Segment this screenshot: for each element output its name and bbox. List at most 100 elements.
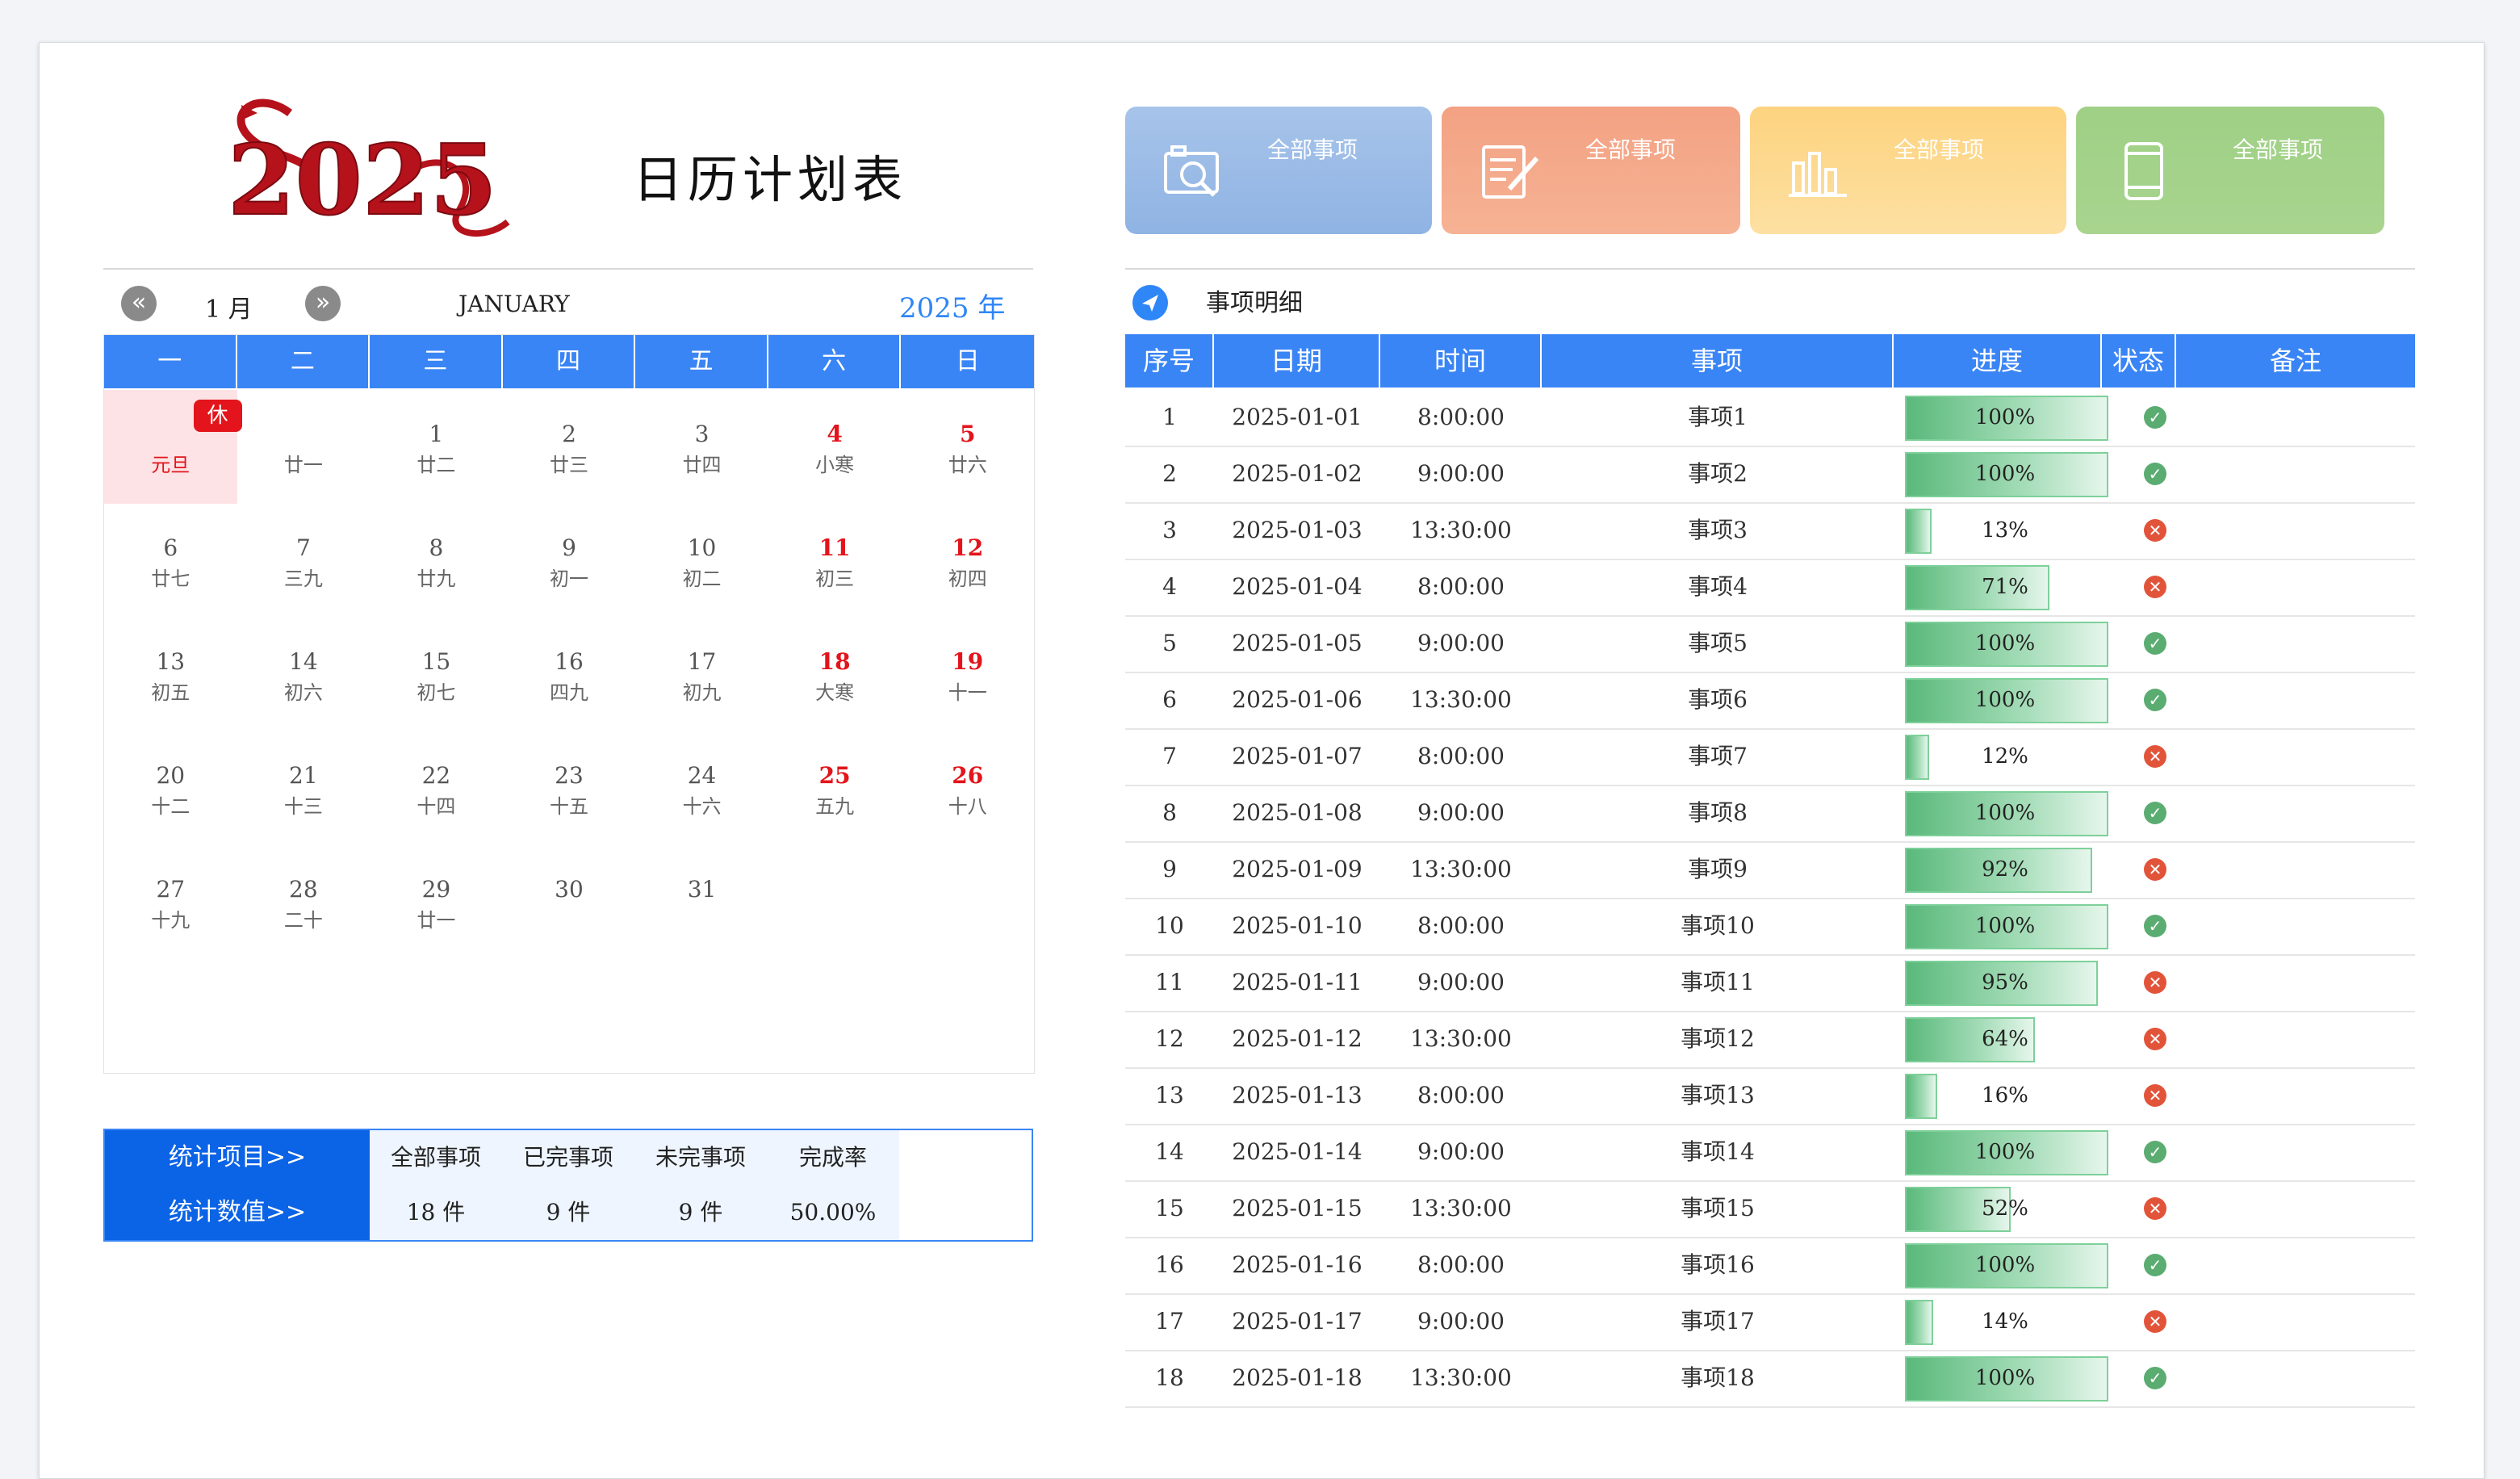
calendar-day-cell[interactable]: 27 十九 bbox=[104, 845, 237, 959]
calendar-day-cell[interactable] bbox=[768, 845, 902, 959]
row-time: 13:30:00 bbox=[1410, 856, 1512, 882]
calendar-day-cell[interactable]: 8 廿九 bbox=[370, 504, 503, 618]
row-time: 13:30:00 bbox=[1410, 1195, 1512, 1221]
table-row[interactable]: 4 2025-01-04 8:00:00 事项4 71% ✕ bbox=[1125, 559, 2415, 617]
row-note[interactable] bbox=[2176, 559, 2415, 615]
next-month-icon[interactable]: » bbox=[305, 286, 341, 321]
table-row[interactable]: 7 2025-01-07 8:00:00 事项7 12% ✕ bbox=[1125, 728, 2415, 786]
calendar-day-cell[interactable]: 11 初三 bbox=[768, 504, 902, 618]
table-row[interactable]: 12 2025-01-12 13:30:00 事项12 64% ✕ bbox=[1125, 1011, 2415, 1069]
status-done-icon: ✓ bbox=[2144, 915, 2166, 937]
calendar-day-cell[interactable]: 3 廿四 bbox=[635, 390, 768, 504]
table-row[interactable]: 8 2025-01-08 9:00:00 事项8 100% ✓ bbox=[1125, 785, 2415, 843]
table-row[interactable]: 9 2025-01-09 13:30:00 事项9 92% ✕ bbox=[1125, 841, 2415, 899]
summary-card-chart[interactable]: 全部事项 bbox=[1750, 107, 2066, 234]
calendar-day-cell[interactable]: 23 十五 bbox=[503, 731, 636, 845]
row-note[interactable] bbox=[2176, 1237, 2415, 1293]
calendar-day-cell[interactable]: 6 廿七 bbox=[104, 504, 237, 618]
row-note[interactable] bbox=[2176, 502, 2415, 559]
table-row[interactable]: 15 2025-01-15 13:30:00 事项15 52% ✕ bbox=[1125, 1180, 2415, 1238]
calendar-day-cell[interactable]: 24 十六 bbox=[635, 731, 768, 845]
calendar-day-cell[interactable]: 14 初六 bbox=[237, 618, 370, 731]
summary-card-edit[interactable]: 全部事项 bbox=[1442, 107, 1740, 234]
calendar-day-cell[interactable]: 21 十三 bbox=[237, 731, 370, 845]
card-label: 全部事项 bbox=[1585, 136, 1677, 163]
calendar-day-cell[interactable]: 20 十二 bbox=[104, 731, 237, 845]
table-row[interactable]: 5 2025-01-05 9:00:00 事项5 100% ✓ bbox=[1125, 615, 2415, 673]
row-number: 14 bbox=[1155, 1138, 1184, 1165]
row-note[interactable] bbox=[2176, 389, 2415, 446]
calendar-day-cell[interactable] bbox=[901, 845, 1034, 959]
table-row[interactable]: 17 2025-01-17 9:00:00 事项17 14% ✕ bbox=[1125, 1293, 2415, 1351]
row-date: 2025-01-07 bbox=[1232, 743, 1363, 769]
summary-card-tablet[interactable]: 全部事项 bbox=[2076, 107, 2384, 234]
calendar-day-cell[interactable]: 廿一 bbox=[237, 390, 370, 504]
calendar-day-cell[interactable]: 25 五九 bbox=[768, 731, 902, 845]
stat-value-rate: 50.00% bbox=[767, 1185, 899, 1240]
calendar-day-cell[interactable]: 22 十四 bbox=[370, 731, 503, 845]
row-note[interactable] bbox=[2176, 1180, 2415, 1237]
calendar-day-cell[interactable]: 9 初一 bbox=[503, 504, 636, 618]
table-row[interactable]: 18 2025-01-18 13:30:00 事项18 100% ✓ bbox=[1125, 1350, 2415, 1408]
lunar-date: 初一 bbox=[549, 568, 588, 590]
row-note[interactable] bbox=[2176, 785, 2415, 841]
day-number: 30 bbox=[555, 876, 584, 903]
row-note[interactable] bbox=[2176, 898, 2415, 954]
summary-card-photo[interactable]: 全部事项 bbox=[1125, 107, 1432, 234]
calendar-day-cell[interactable]: 29 廿一 bbox=[370, 845, 503, 959]
calendar-day-cell[interactable]: 26 十八 bbox=[901, 731, 1034, 845]
calendar-day-cell[interactable]: 1 廿二 bbox=[370, 390, 503, 504]
weekday-label: 四 bbox=[503, 335, 636, 388]
row-note[interactable] bbox=[2176, 954, 2415, 1011]
row-note[interactable] bbox=[2176, 446, 2415, 502]
row-note[interactable] bbox=[2176, 1350, 2415, 1406]
calendar-day-cell[interactable]: 19 十一 bbox=[901, 618, 1034, 731]
row-date: 2025-01-04 bbox=[1232, 573, 1363, 600]
row-date: 2025-01-06 bbox=[1232, 686, 1363, 713]
calendar-day-cell[interactable]: 28 二十 bbox=[237, 845, 370, 959]
row-note[interactable] bbox=[2176, 672, 2415, 728]
prev-month-icon[interactable]: « bbox=[121, 286, 157, 321]
stats-items-label: 统计项目>> bbox=[105, 1130, 370, 1185]
calendar-day-cell[interactable]: 4 小寒 bbox=[768, 390, 902, 504]
row-note[interactable] bbox=[2176, 1011, 2415, 1067]
status-undone-icon: ✕ bbox=[2144, 971, 2166, 994]
calendar-day-cell[interactable]: 10 初二 bbox=[635, 504, 768, 618]
calendar-day-cell[interactable]: 17 初九 bbox=[635, 618, 768, 731]
calendar-day-cell[interactable]: 18 大寒 bbox=[768, 618, 902, 731]
status-done-icon: ✓ bbox=[2144, 1254, 2166, 1276]
weekday-label: 五 bbox=[635, 335, 768, 388]
table-row[interactable]: 13 2025-01-13 8:00:00 事项13 16% ✕ bbox=[1125, 1067, 2415, 1125]
row-item: 事项7 bbox=[1688, 743, 1748, 769]
col-header-note: 备注 bbox=[2269, 346, 2321, 376]
lunar-date: 十四 bbox=[417, 795, 456, 818]
calendar-day-cell[interactable]: 休 元旦 bbox=[104, 390, 242, 504]
row-note[interactable] bbox=[2176, 615, 2415, 672]
calendar-day-cell[interactable]: 2 廿三 bbox=[503, 390, 636, 504]
calendar-day-cell[interactable]: 31 bbox=[635, 845, 768, 959]
table-row[interactable]: 16 2025-01-16 8:00:00 事项16 100% ✓ bbox=[1125, 1237, 2415, 1295]
calendar-day-cell[interactable]: 15 初七 bbox=[370, 618, 503, 731]
table-row[interactable]: 6 2025-01-06 13:30:00 事项6 100% ✓ bbox=[1125, 672, 2415, 730]
table-row[interactable]: 2 2025-01-02 9:00:00 事项2 100% ✓ bbox=[1125, 446, 2415, 504]
table-row[interactable]: 10 2025-01-10 8:00:00 事项10 100% ✓ bbox=[1125, 898, 2415, 956]
calendar-day-cell[interactable]: 7 三九 bbox=[237, 504, 370, 618]
calendar-day-cell[interactable]: 16 四九 bbox=[503, 618, 636, 731]
table-row[interactable]: 11 2025-01-11 9:00:00 事项11 95% ✕ bbox=[1125, 954, 2415, 1012]
table-row[interactable]: 1 2025-01-01 8:00:00 事项1 100% ✓ bbox=[1125, 389, 2415, 447]
table-row[interactable]: 3 2025-01-03 13:30:00 事项3 13% ✕ bbox=[1125, 502, 2415, 560]
calendar-day-cell[interactable]: 12 初四 bbox=[901, 504, 1034, 618]
row-note[interactable] bbox=[2176, 1124, 2415, 1180]
row-number: 7 bbox=[1162, 743, 1177, 769]
row-note[interactable] bbox=[2176, 1067, 2415, 1124]
table-row[interactable]: 14 2025-01-14 9:00:00 事项14 100% ✓ bbox=[1125, 1124, 2415, 1182]
row-note[interactable] bbox=[2176, 841, 2415, 898]
month-english: JANUARY bbox=[458, 291, 570, 317]
row-note[interactable] bbox=[2176, 728, 2415, 785]
calendar-day-cell[interactable]: 13 初五 bbox=[104, 618, 237, 731]
row-note[interactable] bbox=[2176, 1293, 2415, 1350]
calendar-day-cell[interactable]: 5 廿六 bbox=[901, 390, 1034, 504]
month-calendar: 一二三四五六 日 休 元旦 廿一 1 廿二 2 廿三 3 廿四 4 小寒 5 廿六 6 廿七 7 三九 8 廿九 9… bbox=[103, 334, 1035, 1074]
calendar-day-cell[interactable]: 30 bbox=[503, 845, 636, 959]
day-number: 24 bbox=[687, 762, 717, 789]
